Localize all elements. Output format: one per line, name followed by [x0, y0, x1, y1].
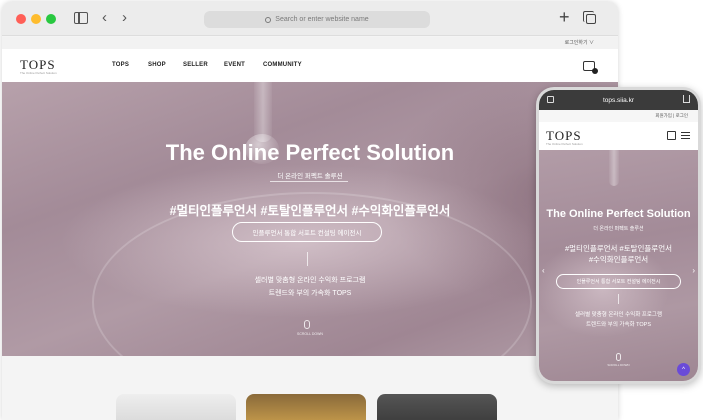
mobile-hashtags-line-2: #수익화인플루언서: [588, 255, 649, 264]
cart-icon[interactable]: [583, 61, 598, 74]
hero-underline: [270, 181, 348, 182]
mobile-cart-icon[interactable]: [667, 131, 676, 140]
utility-bar: 로그인하기 ∨: [2, 37, 618, 49]
mobile-address-bar[interactable]: tops.siia.kr: [539, 90, 698, 110]
mobile-site-header: TOPS The Online Perfect Solution: [539, 122, 698, 150]
address-bar[interactable]: Search or enter website name: [204, 11, 430, 28]
maximize-window-button[interactable]: [46, 14, 56, 24]
nav-item-seller[interactable]: SELLER: [183, 62, 208, 68]
mobile-hero-title: The Online Perfect Solution: [546, 208, 691, 220]
tabs-icon[interactable]: [547, 96, 554, 103]
login-link[interactable]: 로그인하기 ∨: [565, 39, 594, 46]
hero-description-line-1: 셀러별 맞춤형 온라인 수익화 프로그램: [254, 277, 366, 284]
mobile-hashtags-line-1: #멀티인플루언서 #토탈인플루언서: [564, 244, 673, 253]
hero-description-line-2: 트렌드와 부의 가속화 TOPS: [268, 290, 352, 297]
mobile-agency-cta-button[interactable]: 인플루언서 통합 서포트 컨설팅 에이전시: [556, 274, 681, 289]
scroll-down-label: SCROLL DOWN: [297, 332, 323, 336]
mobile-description-line-1: 셀러별 맞춤형 온라인 수익화 프로그램: [574, 312, 663, 318]
product-card-3[interactable]: [377, 394, 497, 420]
forward-arrow-icon[interactable]: ›: [122, 10, 127, 25]
carousel-next-icon[interactable]: ›: [692, 266, 695, 275]
carousel-prev-icon[interactable]: ‹: [542, 266, 545, 275]
mobile-serum-drip-image: [609, 150, 619, 186]
tab-overview-icon[interactable]: [583, 11, 596, 24]
address-bar-placeholder: Search or enter website name: [275, 16, 369, 23]
scroll-mouse-icon[interactable]: [304, 320, 310, 329]
mobile-hero-description: 셀러별 맞춤형 온라인 수익화 프로그램 트렌드와 부의 가속화 TOPS: [539, 310, 698, 330]
cart-count-badge: [592, 68, 598, 74]
content-section: [2, 356, 618, 420]
product-card-2[interactable]: [246, 394, 366, 420]
mobile-hero-hashtags: #멀티인플루언서 #토탈인플루언서 #수익화인플루언서: [539, 243, 698, 265]
hamburger-menu-icon[interactable]: [681, 132, 690, 139]
mobile-screen: tops.siia.kr 회원가입 | 로그인 TOPS The Online …: [539, 90, 698, 381]
nav-item-community[interactable]: COMMUNITY: [263, 62, 302, 68]
nav-item-shop[interactable]: SHOP: [148, 62, 166, 68]
hero-banner: The Online Perfect Solution 더 온라인 퍼펙트 솔루…: [2, 82, 618, 356]
mobile-utility-bar: 회원가입 | 로그인: [539, 110, 698, 122]
sidebar-toggle-icon[interactable]: [74, 12, 88, 24]
mobile-scroll-mouse-icon[interactable]: [616, 353, 621, 361]
mobile-account-links[interactable]: 회원가입 | 로그인: [655, 113, 688, 119]
mobile-url: tops.siia.kr: [602, 96, 635, 104]
mobile-hero-banner: The Online Perfect Solution 더 온라인 퍼펙트 솔루…: [539, 150, 698, 381]
browser-toolbar: ‹ › Search or enter website name +: [2, 2, 618, 36]
nav-item-event[interactable]: EVENT: [224, 62, 245, 68]
mobile-hero-subtitle: 더 온라인 퍼펙트 솔루션: [593, 226, 644, 232]
mobile-scroll-down-label: SCROLL DOWN: [607, 363, 630, 367]
mobile-description-line-2: 트렌드와 부의 가속화 TOPS: [585, 322, 651, 328]
site-logo-subtitle: The Online Perfect Solution: [20, 71, 57, 75]
serum-drip-image: [254, 82, 272, 142]
scroll-to-top-button[interactable]: ^: [677, 363, 690, 376]
hero-hashtags: #멀티인플루언서 #토탈인플루언서 #수익화인플루언서: [169, 204, 451, 218]
close-window-button[interactable]: [16, 14, 26, 24]
new-tab-button[interactable]: +: [559, 7, 570, 27]
agency-cta-button[interactable]: 인플루언서 통합 서포트 컨설팅 에이전시: [232, 222, 382, 242]
product-card-1[interactable]: [116, 394, 236, 420]
back-arrow-icon[interactable]: ‹: [102, 10, 107, 25]
hero-divider: [307, 252, 308, 266]
hero-description: 셀러별 맞춤형 온라인 수익화 프로그램 트렌드와 부의 가속화 TOPS: [2, 274, 618, 300]
minimize-window-button[interactable]: [31, 14, 41, 24]
hero-subtitle: 더 온라인 퍼펙트 솔루션: [277, 173, 343, 180]
share-icon[interactable]: [683, 95, 690, 103]
site-header: TOPS The Online Perfect Solution TOPS SH…: [2, 49, 618, 82]
hero-title: The Online Perfect Solution: [165, 140, 455, 165]
mobile-hero-divider: [618, 294, 619, 304]
mobile-device-frame: tops.siia.kr 회원가입 | 로그인 TOPS The Online …: [536, 87, 701, 384]
mobile-logo-subtitle: The Online Perfect Solution: [546, 142, 583, 146]
nav-item-tops[interactable]: TOPS: [112, 62, 129, 68]
search-icon: [265, 16, 272, 23]
desktop-browser-window: ‹ › Search or enter website name + 로그인하기…: [2, 2, 618, 420]
